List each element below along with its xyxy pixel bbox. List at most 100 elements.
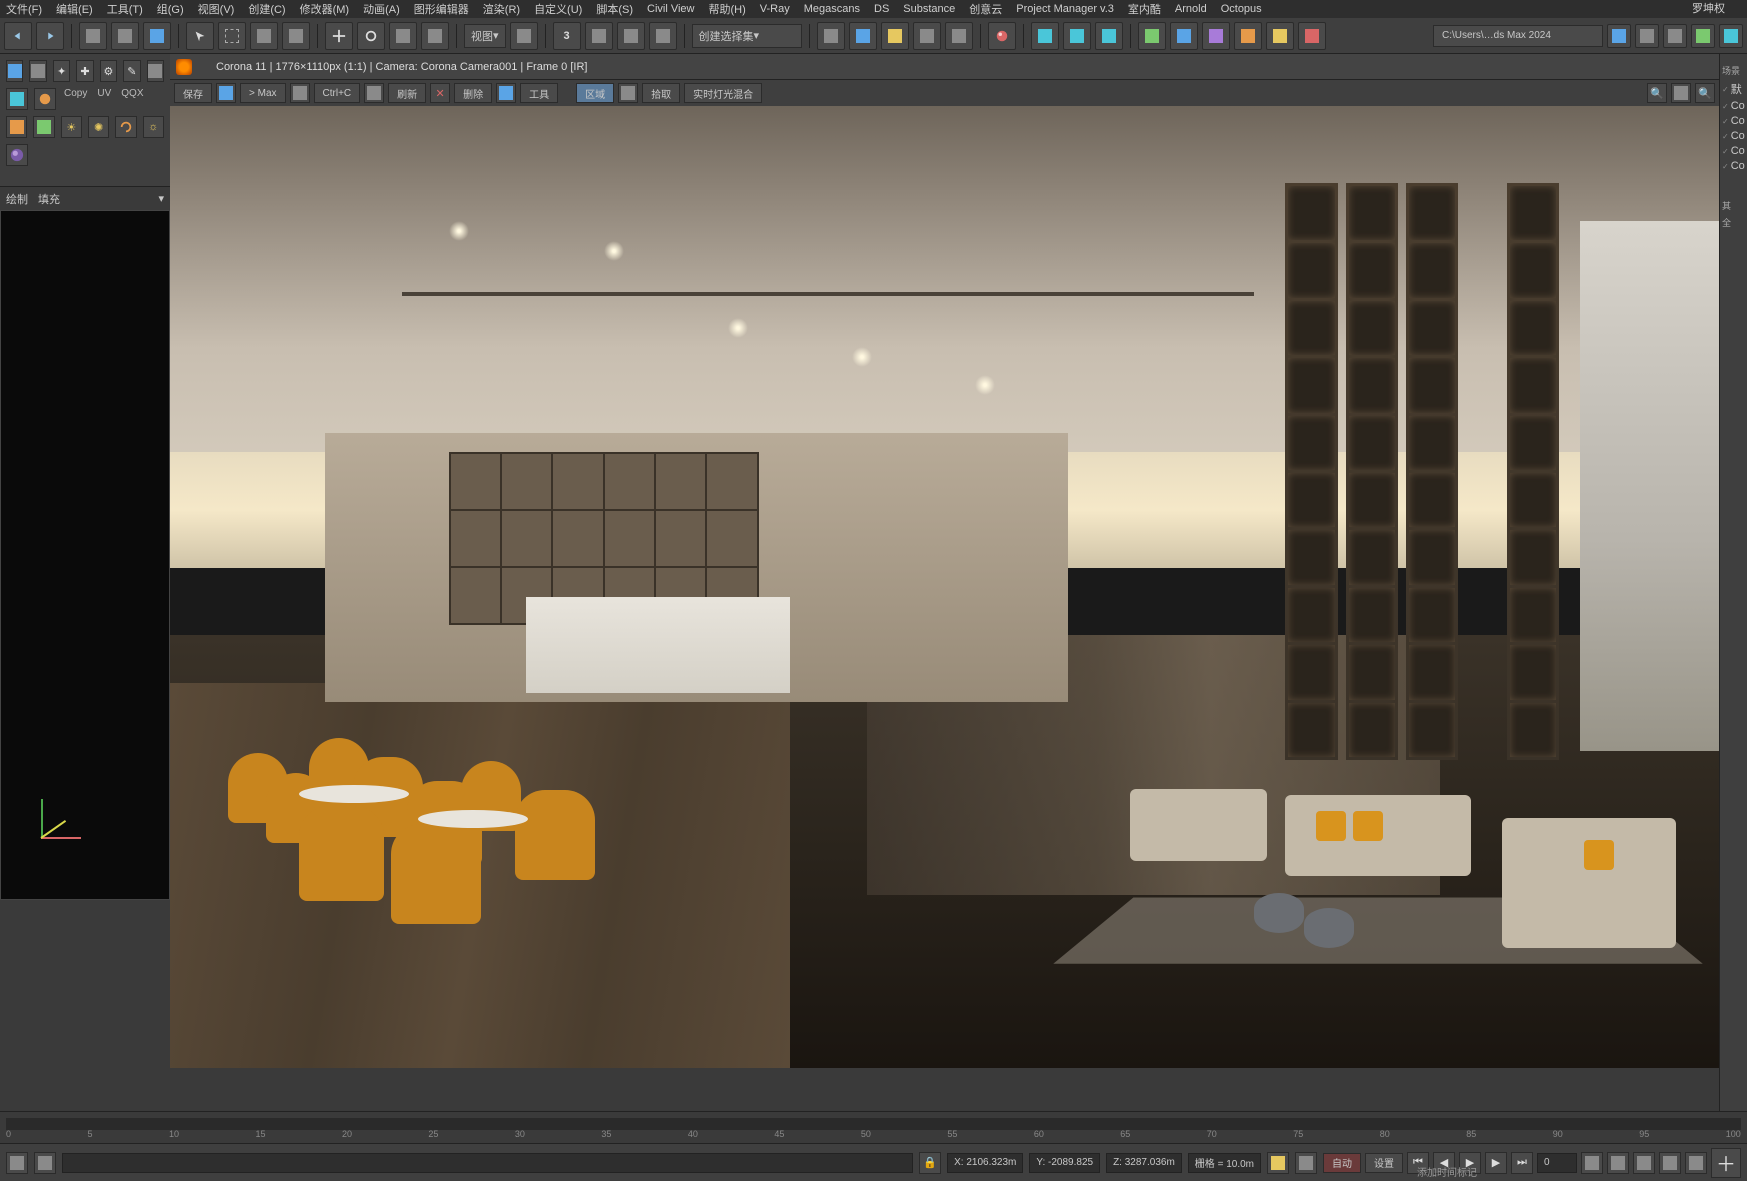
rp-item-1[interactable]: Co bbox=[1722, 100, 1745, 112]
rt-tools[interactable]: 工具 bbox=[520, 83, 558, 103]
select-name-button[interactable] bbox=[250, 22, 278, 50]
redo-button[interactable] bbox=[36, 22, 64, 50]
lt-eye[interactable] bbox=[147, 60, 164, 82]
project-path[interactable]: C:\Users\…ds Max 2024 bbox=[1433, 25, 1603, 47]
plugin-btn-2[interactable] bbox=[1170, 22, 1198, 50]
timeline[interactable]: 0510 152025 303540 455055 606570 758085 … bbox=[0, 1111, 1747, 1143]
rt-close[interactable]: ✕ bbox=[430, 83, 450, 103]
lt-add[interactable]: ✚ bbox=[76, 60, 93, 82]
lt-brush[interactable]: ✎ bbox=[123, 60, 140, 82]
viewport-left[interactable] bbox=[0, 210, 170, 900]
lt-layers[interactable] bbox=[6, 60, 23, 82]
menu-view[interactable]: 视图(V) bbox=[198, 1, 235, 17]
percent-snap-toggle[interactable] bbox=[617, 22, 645, 50]
rotate-button[interactable] bbox=[357, 22, 385, 50]
menu-interior[interactable]: 室内酷 bbox=[1128, 1, 1161, 17]
nav-pan-button[interactable] bbox=[1607, 1152, 1629, 1174]
workspace-btn-3[interactable] bbox=[1663, 24, 1687, 48]
menu-edit[interactable]: 编辑(E) bbox=[56, 1, 93, 17]
lt-settings[interactable]: ⚙ bbox=[100, 60, 117, 82]
plugin-btn-6[interactable] bbox=[1298, 22, 1326, 50]
prompt-button[interactable] bbox=[34, 1152, 56, 1174]
lock-button[interactable]: 🔒 bbox=[919, 1152, 941, 1174]
time-tag-label[interactable]: 添加时间标记 bbox=[1417, 1164, 1477, 1179]
menu-civilview[interactable]: Civil View bbox=[647, 3, 694, 15]
menu-megascans[interactable]: Megascans bbox=[804, 3, 860, 15]
setkey-button[interactable]: 设置 bbox=[1365, 1153, 1403, 1173]
time-config-button[interactable] bbox=[1581, 1152, 1603, 1174]
plugin-btn-4[interactable] bbox=[1234, 22, 1262, 50]
menu-render[interactable]: 渲染(R) bbox=[483, 1, 520, 17]
status-prompt[interactable] bbox=[62, 1153, 913, 1173]
plugin-btn-5[interactable] bbox=[1266, 22, 1294, 50]
menu-vray[interactable]: V-Ray bbox=[760, 3, 790, 15]
render-window-titlebar[interactable]: Corona 11 | 1776×1110px (1:1) | Camera: … bbox=[170, 54, 1719, 80]
menu-create[interactable]: 创建(C) bbox=[248, 1, 285, 17]
rt-max[interactable]: > Max bbox=[240, 83, 286, 103]
lt-plane[interactable] bbox=[33, 116, 54, 138]
menu-customize[interactable]: 自定义(U) bbox=[534, 1, 582, 17]
menu-arnold[interactable]: Arnold bbox=[1175, 3, 1207, 15]
plugin-btn-3[interactable] bbox=[1202, 22, 1230, 50]
selset-dropdown[interactable]: 创建选择集 ▾ bbox=[692, 24, 802, 48]
lt-move[interactable]: ✦ bbox=[53, 60, 70, 82]
menu-projectmanager[interactable]: Project Manager v.3 bbox=[1016, 3, 1114, 15]
workspace-btn-1[interactable] bbox=[1607, 24, 1631, 48]
play-end-button[interactable]: ⏭ bbox=[1511, 1152, 1533, 1174]
lt-torus[interactable] bbox=[6, 116, 27, 138]
layer-button[interactable] bbox=[881, 22, 909, 50]
angle-snap-toggle[interactable] bbox=[585, 22, 613, 50]
menu-modifiers[interactable]: 修改器(M) bbox=[300, 1, 350, 17]
draw-label[interactable]: 绘制 bbox=[6, 191, 28, 207]
lt-sun[interactable]: ☼ bbox=[143, 116, 164, 138]
snap-toggle[interactable]: 3 bbox=[553, 22, 581, 50]
fill-label[interactable]: 填充 bbox=[38, 191, 60, 207]
spinner-snap-toggle[interactable] bbox=[649, 22, 677, 50]
maximize-viewport-button[interactable]: ＋ bbox=[1711, 1148, 1741, 1178]
placement-button[interactable] bbox=[421, 22, 449, 50]
unlink-button[interactable] bbox=[111, 22, 139, 50]
link-button[interactable] bbox=[79, 22, 107, 50]
rp-item-5[interactable]: Co bbox=[1722, 160, 1745, 172]
rt-pick-ic[interactable] bbox=[618, 83, 638, 103]
rt-refresh[interactable]: 刷新 bbox=[388, 83, 426, 103]
render-view[interactable] bbox=[170, 106, 1719, 1068]
autokey-button[interactable]: 自动 bbox=[1323, 1153, 1361, 1173]
menu-cloud[interactable]: 创意云 bbox=[969, 1, 1002, 17]
rt-zoom-out[interactable]: 🔍 bbox=[1695, 83, 1715, 103]
rt-ctrlc[interactable]: Ctrl+C bbox=[314, 83, 361, 103]
select-rect-button[interactable] bbox=[218, 22, 246, 50]
pivot-button[interactable] bbox=[510, 22, 538, 50]
coord-y[interactable]: Y: -2089.825 bbox=[1029, 1153, 1100, 1173]
rt-pick[interactable]: 拾取 bbox=[642, 83, 680, 103]
rt-zoom-in[interactable]: 🔍 bbox=[1647, 83, 1667, 103]
mirror-button[interactable] bbox=[817, 22, 845, 50]
schematic-button[interactable] bbox=[945, 22, 973, 50]
nav-orbit-button[interactable] bbox=[1633, 1152, 1655, 1174]
menu-group[interactable]: 组(G) bbox=[157, 1, 184, 17]
lt-cube[interactable] bbox=[6, 88, 28, 110]
coord-z[interactable]: Z: 3287.036m bbox=[1106, 1153, 1182, 1173]
menu-substance[interactable]: Substance bbox=[903, 3, 955, 15]
rt-realtime-mix[interactable]: 实时灯光混合 bbox=[684, 83, 762, 103]
workspace-btn-5[interactable] bbox=[1719, 24, 1743, 48]
isolate-button[interactable] bbox=[1267, 1152, 1289, 1174]
nav-zoom-button[interactable] bbox=[1659, 1152, 1681, 1174]
rt-tools-ic[interactable] bbox=[496, 83, 516, 103]
rt-save[interactable]: 保存 bbox=[174, 83, 212, 103]
lt-sphere[interactable] bbox=[34, 88, 56, 110]
refcoord-dropdown[interactable]: 视图 ▾ bbox=[464, 24, 506, 48]
menu-ds[interactable]: DS bbox=[874, 3, 889, 15]
menu-help[interactable]: 帮助(H) bbox=[709, 1, 746, 17]
lt-light[interactable]: ☀ bbox=[61, 116, 82, 138]
render-button[interactable] bbox=[1095, 22, 1123, 50]
coord-x[interactable]: X: 2106.323m bbox=[947, 1153, 1023, 1173]
frame-field[interactable]: 0 bbox=[1537, 1153, 1577, 1173]
rt-region[interactable]: 区域 bbox=[576, 83, 614, 103]
move-button[interactable] bbox=[325, 22, 353, 50]
selection-lock-button[interactable] bbox=[1295, 1152, 1317, 1174]
lt-select[interactable] bbox=[29, 60, 46, 82]
lt-refresh[interactable] bbox=[115, 116, 136, 138]
lt-light2[interactable]: ✺ bbox=[88, 116, 109, 138]
render-setup-button[interactable] bbox=[1031, 22, 1059, 50]
